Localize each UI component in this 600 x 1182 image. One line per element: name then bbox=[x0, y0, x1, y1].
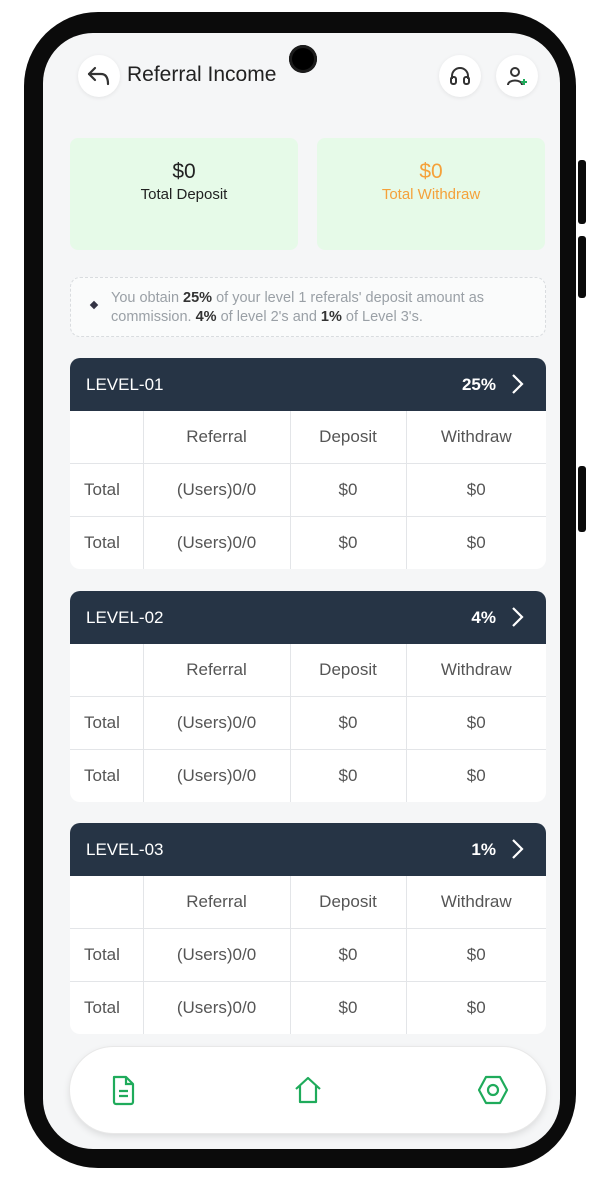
total-deposit-amount: $0 bbox=[172, 160, 196, 183]
level-name: LEVEL-02 bbox=[86, 608, 164, 627]
table-header-row: Referral Deposit Withdraw bbox=[70, 411, 546, 464]
level-1-table: Referral Deposit Withdraw Total (Users)0… bbox=[70, 411, 546, 569]
volume-down-button bbox=[578, 236, 586, 298]
screen: Referral Income $0 Total Deposit $0 Tota… bbox=[43, 33, 560, 1149]
level-percent: 25% bbox=[461, 375, 496, 394]
table-cell: $0 bbox=[289, 749, 407, 802]
table-cell: Total bbox=[70, 696, 144, 750]
table-header-row: Referral Deposit Withdraw bbox=[70, 876, 546, 929]
column-header: Deposit bbox=[289, 411, 407, 464]
table-cell: $0 bbox=[405, 928, 546, 982]
table-cell: Total bbox=[70, 981, 144, 1034]
table-header-row: Referral Deposit Withdraw bbox=[70, 644, 546, 697]
table-cell: $0 bbox=[405, 463, 546, 517]
nav-documents-button[interactable] bbox=[103, 1070, 143, 1110]
table-cell: (Users)0/0 bbox=[142, 749, 291, 802]
table-cell: $0 bbox=[405, 749, 546, 802]
table-cell: (Users)0/0 bbox=[142, 463, 291, 517]
level-3-header[interactable]: LEVEL-03 1% bbox=[70, 823, 546, 876]
page-title: Referral Income bbox=[127, 63, 277, 86]
column-header: Deposit bbox=[289, 644, 407, 697]
home-icon bbox=[295, 1076, 321, 1104]
commission-text: You obtain 25% of your level 1 referals'… bbox=[111, 290, 485, 325]
table-cell: Total bbox=[70, 749, 144, 802]
table-cell: $0 bbox=[405, 981, 546, 1034]
total-withdraw-card: $0 Total Withdraw bbox=[317, 138, 545, 250]
level-name: LEVEL-01 bbox=[86, 375, 164, 394]
column-header: Referral bbox=[142, 411, 291, 464]
table-cell: (Users)0/0 bbox=[142, 928, 291, 982]
level-percent: 1% bbox=[471, 840, 496, 859]
level-1-card: LEVEL-01 25% Referral Deposit Withdraw T… bbox=[70, 358, 546, 569]
volume-up-button bbox=[578, 160, 586, 224]
support-button[interactable] bbox=[439, 55, 481, 97]
table-row: Total (Users)0/0 $0 $0 bbox=[70, 928, 546, 982]
chevron-right-icon bbox=[512, 607, 524, 627]
table-cell: $0 bbox=[289, 463, 407, 517]
total-withdraw-amount: $0 bbox=[419, 160, 443, 183]
back-arrow-icon bbox=[87, 66, 110, 86]
total-withdraw-label: Total Withdraw bbox=[381, 186, 481, 203]
table-cell: $0 bbox=[405, 696, 546, 750]
level-name: LEVEL-03 bbox=[86, 840, 164, 859]
level-percent: 4% bbox=[471, 608, 496, 627]
bottom-nav bbox=[70, 1047, 546, 1133]
column-header bbox=[70, 411, 144, 464]
bullet-icon bbox=[89, 300, 99, 310]
nav-settings-button[interactable] bbox=[473, 1070, 513, 1110]
column-header: Deposit bbox=[289, 876, 407, 929]
add-user-icon bbox=[507, 67, 527, 86]
column-header: Referral bbox=[142, 876, 291, 929]
table-row: Total (Users)0/0 $0 $0 bbox=[70, 981, 546, 1034]
table-cell: $0 bbox=[289, 981, 407, 1034]
table-cell: $0 bbox=[289, 928, 407, 982]
power-button bbox=[578, 466, 586, 532]
table-cell: $0 bbox=[405, 516, 546, 569]
nav-home-button[interactable] bbox=[288, 1070, 328, 1110]
column-header: Withdraw bbox=[405, 876, 546, 929]
commission-notice: You obtain 25% of your level 1 referals'… bbox=[70, 277, 546, 337]
back-button[interactable] bbox=[78, 55, 120, 97]
total-deposit-card: $0 Total Deposit bbox=[70, 138, 298, 250]
table-cell: Total bbox=[70, 928, 144, 982]
document-icon bbox=[112, 1075, 135, 1106]
level-2-table: Referral Deposit Withdraw Total (Users)0… bbox=[70, 644, 546, 802]
column-header bbox=[70, 876, 144, 929]
table-cell: (Users)0/0 bbox=[142, 516, 291, 569]
headphones-icon bbox=[450, 67, 470, 85]
level-3-table: Referral Deposit Withdraw Total (Users)0… bbox=[70, 876, 546, 1034]
front-camera bbox=[289, 45, 317, 73]
column-header bbox=[70, 644, 144, 697]
level-2-card: LEVEL-02 4% Referral Deposit Withdraw To… bbox=[70, 591, 546, 802]
table-cell: $0 bbox=[289, 516, 407, 569]
table-cell: Total bbox=[70, 516, 144, 569]
table-cell: (Users)0/0 bbox=[142, 981, 291, 1034]
table-row: Total (Users)0/0 $0 $0 bbox=[70, 463, 546, 517]
column-header: Withdraw bbox=[405, 644, 546, 697]
total-deposit-label: Total Deposit bbox=[140, 186, 228, 203]
add-user-button[interactable] bbox=[496, 55, 538, 97]
chevron-right-icon bbox=[512, 839, 524, 859]
level-1-header[interactable]: LEVEL-01 25% bbox=[70, 358, 546, 411]
table-cell: (Users)0/0 bbox=[142, 696, 291, 750]
level-3-card: LEVEL-03 1% Referral Deposit Withdraw To… bbox=[70, 823, 546, 1034]
table-cell: $0 bbox=[289, 696, 407, 750]
settings-hexagon-icon bbox=[477, 1075, 509, 1105]
chevron-right-icon bbox=[512, 374, 524, 394]
table-row: Total (Users)0/0 $0 $0 bbox=[70, 749, 546, 802]
table-cell: Total bbox=[70, 463, 144, 517]
table-row: Total (Users)0/0 $0 $0 bbox=[70, 516, 546, 569]
table-row: Total (Users)0/0 $0 $0 bbox=[70, 696, 546, 750]
column-header: Referral bbox=[142, 644, 291, 697]
level-2-header[interactable]: LEVEL-02 4% bbox=[70, 591, 546, 644]
column-header: Withdraw bbox=[405, 411, 546, 464]
